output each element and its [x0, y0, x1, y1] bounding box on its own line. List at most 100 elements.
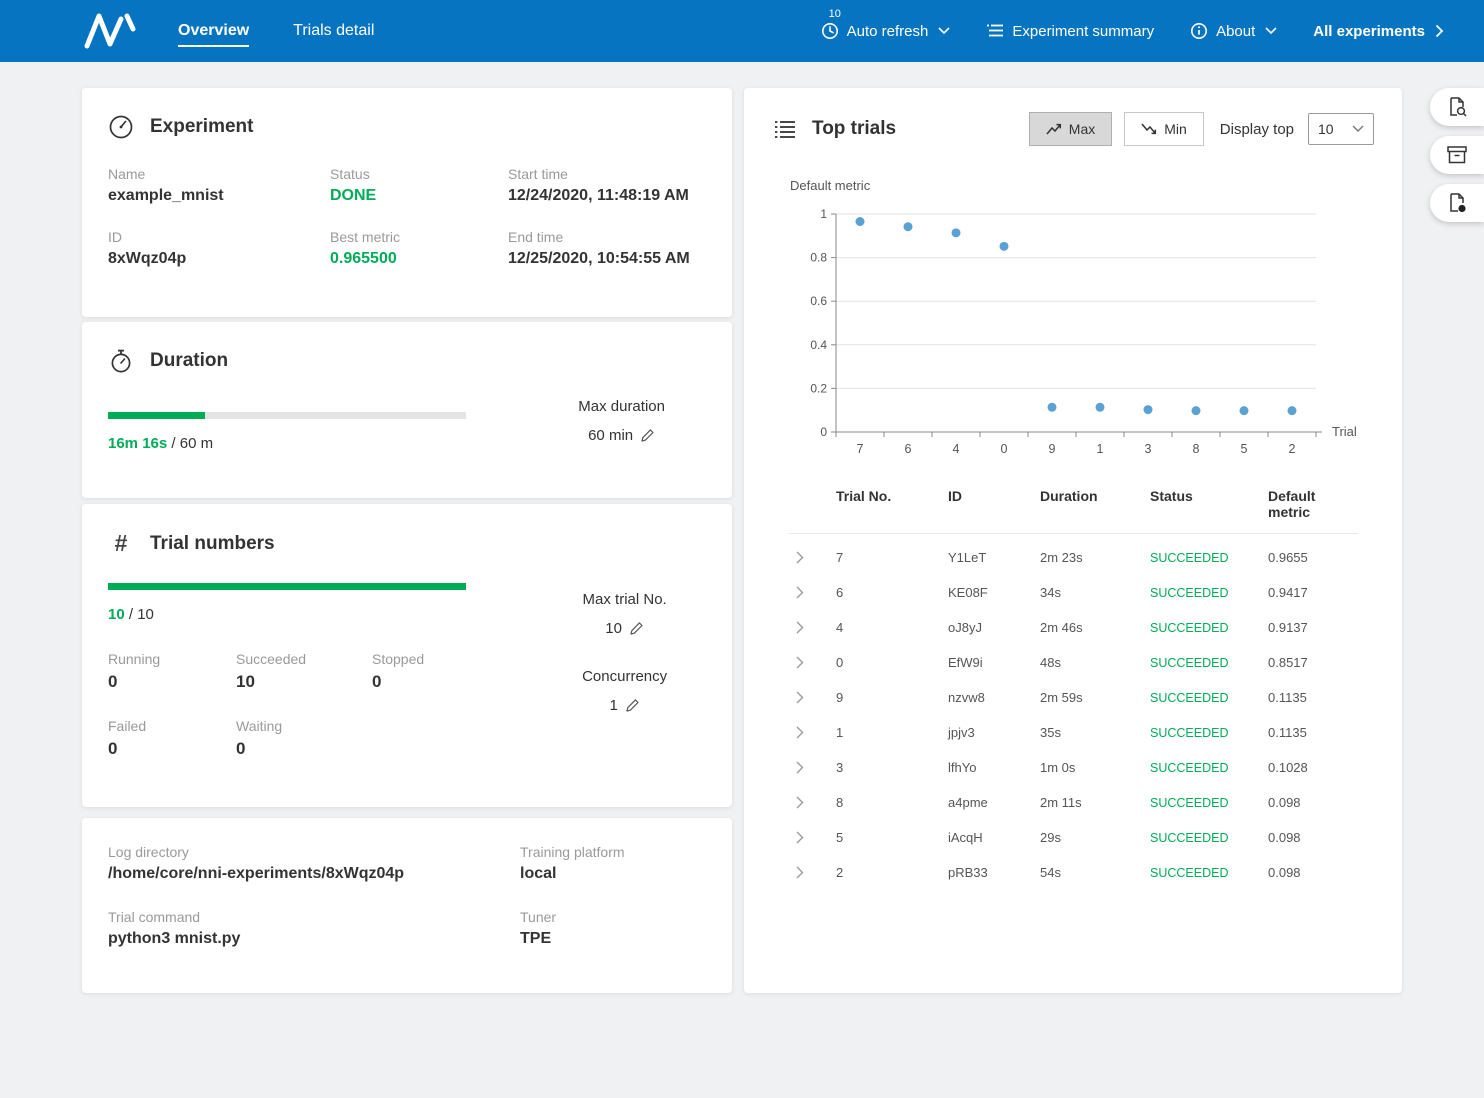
field-label: Best metric	[330, 229, 508, 245]
tab-trials-detail[interactable]: Trials detail	[293, 22, 374, 40]
stat-waiting: Waiting 0	[236, 718, 372, 759]
field-label: Trial command	[108, 909, 520, 925]
duration-separator: /	[171, 435, 175, 452]
max-button[interactable]: Max	[1029, 112, 1112, 146]
cell-trial-no: 9	[836, 690, 948, 705]
trend-up-icon	[1046, 122, 1062, 136]
edit-pencil-icon[interactable]	[640, 428, 655, 443]
row-expand-chevron-icon[interactable]	[788, 656, 836, 669]
row-expand-chevron-icon[interactable]	[788, 621, 836, 634]
concurrency-label: Concurrency	[543, 668, 706, 685]
max-duration-value: 60 min	[588, 427, 633, 444]
table-row[interactable]: 5iAcqH29sSUCCEEDED0.098	[788, 820, 1358, 855]
trend-down-icon	[1141, 122, 1157, 136]
about-menu[interactable]: About	[1190, 22, 1277, 40]
cell-trial-no: 0	[836, 655, 948, 670]
display-top-select[interactable]: 10	[1308, 113, 1374, 145]
bulleted-list-icon	[772, 119, 798, 139]
row-expand-chevron-icon[interactable]	[788, 761, 836, 774]
main-content: Experiment Name example_mnist Status DON…	[0, 62, 1484, 993]
duration-total: 60 m	[180, 435, 213, 452]
chevron-down-icon	[1265, 27, 1277, 35]
svg-text:Trial: Trial	[1332, 424, 1357, 439]
svg-text:0.6: 0.6	[810, 294, 827, 308]
duration-progress-track	[108, 412, 466, 419]
table-row[interactable]: 0EfW9i48sSUCCEEDED0.8517	[788, 645, 1358, 680]
stopwatch-icon	[108, 348, 134, 374]
info-icon	[1190, 22, 1208, 40]
row-expand-chevron-icon[interactable]	[788, 691, 836, 704]
experiment-summary-button[interactable]: Experiment summary	[986, 23, 1154, 40]
table-header-row: Trial No. ID Duration Status Default met…	[788, 488, 1358, 534]
all-experiments-label: All experiments	[1313, 23, 1425, 40]
table-row[interactable]: 3lfhYo1m 0sSUCCEEDED0.1028	[788, 750, 1358, 785]
field-training-platform: Training platform local	[520, 844, 706, 883]
svg-text:7: 7	[857, 442, 864, 456]
view-config-button[interactable]	[1430, 88, 1484, 126]
field-value: /home/core/nni-experiments/8xWqz04p	[108, 865, 520, 883]
svg-text:3: 3	[1145, 442, 1152, 456]
trials-separator: /	[129, 606, 133, 623]
stat-value: 0	[108, 672, 236, 692]
row-expand-chevron-icon[interactable]	[788, 866, 836, 879]
cell-trial-no: 4	[836, 620, 948, 635]
field-label: Tuner	[520, 909, 706, 925]
display-top-label: Display top	[1220, 121, 1294, 138]
table-row[interactable]: 2pRB3354sSUCCEEDED0.098	[788, 855, 1358, 890]
list-lines-icon	[986, 23, 1004, 39]
nni-logo[interactable]	[82, 10, 144, 52]
about-label: About	[1216, 23, 1255, 40]
cell-default-metric: 0.9417	[1268, 585, 1358, 600]
row-expand-chevron-icon[interactable]	[788, 831, 836, 844]
default-metric-chart-wrap: Default metric00.20.40.60.817640913852Tr…	[786, 174, 1374, 470]
cell-status: SUCCEEDED	[1150, 796, 1268, 810]
cell-status: SUCCEEDED	[1150, 656, 1268, 670]
row-expand-chevron-icon[interactable]	[788, 586, 836, 599]
cell-id: KE08F	[948, 585, 1040, 600]
col-expand	[788, 488, 836, 520]
cell-id: EfW9i	[948, 655, 1040, 670]
all-experiments-link[interactable]: All experiments	[1313, 23, 1444, 40]
cell-duration: 35s	[1040, 725, 1150, 740]
row-expand-chevron-icon[interactable]	[788, 726, 836, 739]
edit-pencil-icon[interactable]	[625, 698, 640, 713]
svg-text:8: 8	[1193, 442, 1200, 456]
nav-tabs: Overview Trials detail	[178, 22, 374, 40]
cell-trial-no: 6	[836, 585, 948, 600]
hash-icon: #	[108, 530, 134, 557]
max-duration-label: Max duration	[537, 398, 706, 415]
row-expand-chevron-icon[interactable]	[788, 796, 836, 809]
stat-value: 0	[372, 672, 502, 692]
trial-stats: Running 0 Succeeded 10 Stopped 0 Faile	[108, 651, 529, 759]
right-column: Top trials Max Min Display top 10	[744, 88, 1402, 993]
trial-numbers-card: # Trial numbers 10 / 10 Running	[82, 504, 732, 807]
tab-overview[interactable]: Overview	[178, 22, 249, 40]
auto-refresh-menu[interactable]: 10 Auto refresh	[821, 22, 951, 40]
left-column: Experiment Name example_mnist Status DON…	[82, 88, 732, 993]
cell-id: iAcqH	[948, 830, 1040, 845]
max-trial-value: 10	[605, 620, 622, 637]
row-expand-chevron-icon[interactable]	[788, 551, 836, 564]
col-id: ID	[948, 488, 1040, 520]
cell-status: SUCCEEDED	[1150, 866, 1268, 880]
table-row[interactable]: 1jpjv335sSUCCEEDED0.1135	[788, 715, 1358, 750]
table-row[interactable]: 8a4pme2m 11sSUCCEEDED0.098	[788, 785, 1358, 820]
cell-duration: 2m 59s	[1040, 690, 1150, 705]
cell-duration: 2m 23s	[1040, 550, 1150, 565]
svg-text:9: 9	[1049, 442, 1056, 456]
min-button[interactable]: Min	[1124, 112, 1204, 146]
cell-duration: 48s	[1040, 655, 1150, 670]
log-files-button[interactable]	[1430, 184, 1484, 222]
table-row[interactable]: 9nzvw82m 59sSUCCEEDED0.1135	[788, 680, 1358, 715]
experiment-card: Experiment Name example_mnist Status DON…	[82, 88, 732, 317]
duration-elapsed: 16m 16s	[108, 435, 167, 452]
cell-id: nzvw8	[948, 690, 1040, 705]
table-row[interactable]: 7Y1LeT2m 23sSUCCEEDED0.9655	[788, 540, 1358, 575]
cell-id: oJ8yJ	[948, 620, 1040, 635]
table-row[interactable]: 4oJ8yJ2m 46sSUCCEEDED0.9137	[788, 610, 1358, 645]
experiment-archive-button[interactable]	[1430, 136, 1484, 174]
table-row[interactable]: 6KE08F34sSUCCEEDED0.9417	[788, 575, 1358, 610]
stat-value: 0	[236, 739, 372, 759]
edit-pencil-icon[interactable]	[629, 621, 644, 636]
stat-label: Waiting	[236, 718, 372, 734]
